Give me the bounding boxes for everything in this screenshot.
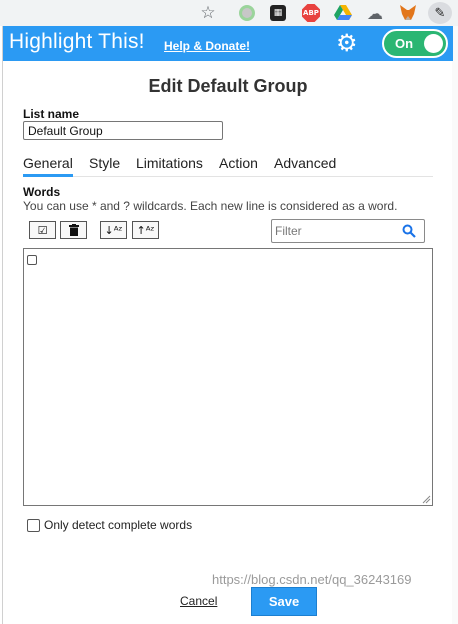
search-icon[interactable] — [402, 224, 416, 238]
popup-header: Highlight This! Help & Donate! ⚙ On — [3, 26, 453, 61]
tab-action[interactable]: Action — [219, 155, 258, 177]
toggle-label: On — [395, 36, 414, 51]
highlighter-pen-icon[interactable]: ✎ — [428, 2, 452, 24]
delete-button[interactable] — [60, 221, 87, 239]
row-checkbox[interactable] — [27, 255, 37, 265]
background-page — [452, 26, 458, 624]
extension-circle-icon[interactable] — [237, 3, 257, 23]
list-name-label: List name — [23, 107, 80, 121]
highlight-this-popup: Highlight This! Help & Donate! ⚙ On Edit… — [2, 26, 453, 624]
drive-icon[interactable] — [333, 3, 353, 23]
cloud-icon[interactable]: ☁ — [365, 3, 385, 23]
select-all-button[interactable]: ☑ — [29, 221, 56, 239]
gear-icon[interactable]: ⚙ — [336, 31, 360, 55]
list-name-input[interactable] — [23, 121, 223, 140]
metamask-fox-icon[interactable] — [398, 3, 418, 23]
words-hint: You can use * and ? wildcards. Each new … — [23, 199, 398, 213]
select-all-icon: ☑ — [37, 223, 48, 237]
cancel-button[interactable]: Cancel — [180, 594, 217, 608]
complete-words-checkbox[interactable] — [27, 518, 40, 532]
trash-icon — [68, 224, 79, 236]
sort-descending-icon: ↑ᴬᶻ — [136, 223, 155, 237]
words-label: Words — [23, 185, 61, 199]
tab-bar: General Style Limitations Action Advance… — [23, 155, 433, 177]
browser-toolbar: ☆ ▦ ABP ☁ ✎ — [0, 0, 458, 26]
complete-words-option[interactable]: Only detect complete words — [27, 518, 192, 532]
filter-input[interactable] — [275, 222, 399, 240]
words-list[interactable] — [23, 248, 433, 506]
resize-grip-icon[interactable] — [422, 495, 431, 504]
on-off-toggle[interactable]: On — [382, 29, 448, 58]
help-donate-link[interactable]: Help & Donate! — [164, 39, 250, 53]
extension-dark-icon[interactable]: ▦ — [268, 3, 288, 23]
sort-ascending-button[interactable]: ↓ᴬᶻ — [100, 221, 127, 239]
tab-general[interactable]: General — [23, 155, 73, 177]
complete-words-label: Only detect complete words — [44, 518, 193, 532]
save-button[interactable]: Save — [251, 587, 317, 616]
sort-descending-button[interactable]: ↑ᴬᶻ — [132, 221, 159, 239]
sort-ascending-icon: ↓ᴬᶻ — [104, 223, 123, 237]
adblock-icon[interactable]: ABP — [301, 3, 321, 23]
star-icon[interactable]: ☆ — [198, 3, 218, 23]
dialog-title: Edit Default Group — [148, 76, 308, 96]
toggle-knob — [424, 34, 443, 53]
tab-limitations[interactable]: Limitations — [136, 155, 203, 177]
app-title: Highlight This! — [9, 30, 145, 53]
tab-style[interactable]: Style — [89, 155, 120, 177]
filter-field — [271, 219, 425, 243]
tab-advanced[interactable]: Advanced — [274, 155, 336, 177]
